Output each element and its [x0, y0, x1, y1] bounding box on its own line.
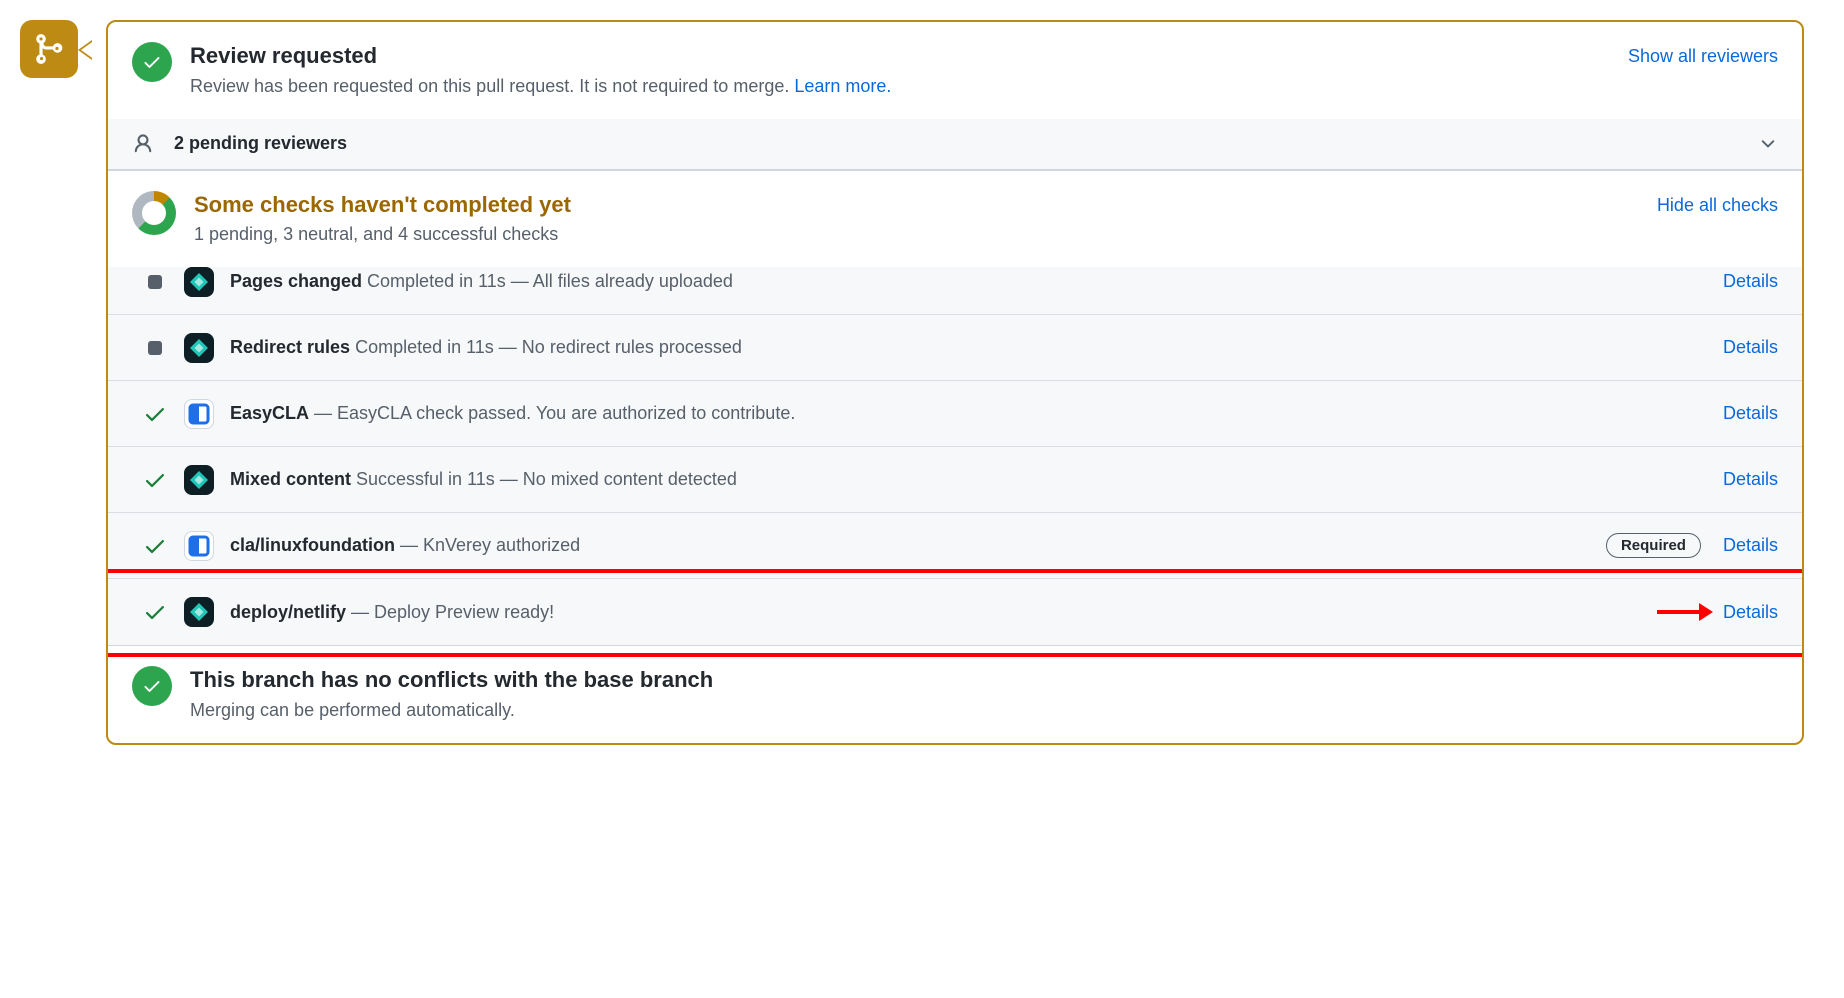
check-desc: — Deploy Preview ready!: [346, 602, 554, 622]
review-section: Review requested Review has been request…: [108, 22, 1802, 171]
check-name: deploy/netlify: [230, 602, 346, 622]
details-link[interactable]: Details: [1723, 535, 1778, 556]
merge-title: This branch has no conflicts with the ba…: [190, 666, 1778, 694]
success-check-icon: [142, 600, 168, 624]
check-text: Mixed content Successful in 11s — No mix…: [230, 469, 1707, 490]
check-desc: Successful in 11s — No mixed content det…: [351, 469, 737, 489]
checks-donut-icon: [132, 191, 176, 235]
check-text: Pages changed Completed in 11s — All fil…: [230, 271, 1707, 292]
check-text: EasyCLA — EasyCLA check passed. You are …: [230, 403, 1707, 424]
neutral-status-icon: [148, 275, 162, 289]
chevron-down-icon: [1758, 134, 1778, 154]
checks-section: Some checks haven't completed yet 1 pend…: [108, 171, 1802, 647]
neutral-status-icon: [148, 341, 162, 355]
check-name: Mixed content: [230, 469, 351, 489]
person-icon: [132, 133, 154, 155]
details-link[interactable]: Details: [1723, 403, 1778, 424]
review-title: Review requested: [190, 42, 1610, 70]
check-desc: Completed in 11s — No redirect rules pro…: [350, 337, 742, 357]
check-icon: [142, 676, 162, 696]
merge-conflict-section: This branch has no conflicts with the ba…: [108, 646, 1802, 743]
pending-reviewers-toggle[interactable]: 2 pending reviewers: [108, 119, 1802, 170]
review-subtitle: Review has been requested on this pull r…: [190, 76, 1610, 97]
details-link[interactable]: Details: [1723, 337, 1778, 358]
check-row: cla/linuxfoundation — KnVerey authorized…: [108, 513, 1802, 579]
merge-status-circle: [132, 666, 172, 706]
easycla-avatar-icon: [184, 531, 214, 561]
show-all-reviewers-link[interactable]: Show all reviewers: [1628, 42, 1778, 67]
details-link[interactable]: Details: [1723, 271, 1778, 292]
review-status-circle: [132, 42, 172, 82]
success-check-icon: [142, 534, 168, 558]
check-row: Redirect rules Completed in 11s — No red…: [108, 315, 1802, 381]
hide-all-checks-link[interactable]: Hide all checks: [1657, 191, 1778, 216]
check-row: Mixed content Successful in 11s — No mix…: [108, 447, 1802, 513]
check-row: EasyCLA — EasyCLA check passed. You are …: [108, 381, 1802, 447]
check-row: deploy/netlify — Deploy Preview ready! De…: [108, 579, 1802, 645]
check-name: Redirect rules: [230, 337, 350, 357]
netlify-avatar-icon: [184, 465, 214, 495]
check-text: Redirect rules Completed in 11s — No red…: [230, 337, 1707, 358]
details-link[interactable]: Details: [1723, 469, 1778, 490]
timeline-merge-badge: [20, 20, 78, 78]
check-text: cla/linuxfoundation — KnVerey authorized: [230, 535, 1590, 556]
details-link[interactable]: Details: [1723, 602, 1778, 623]
easycla-avatar-icon: [184, 399, 214, 429]
merge-subtitle: Merging can be performed automatically.: [190, 700, 1778, 721]
check-name: cla/linuxfoundation: [230, 535, 395, 555]
check-desc: — KnVerey authorized: [395, 535, 580, 555]
learn-more-link[interactable]: Learn more.: [794, 76, 891, 96]
checks-title: Some checks haven't completed yet: [194, 191, 1639, 219]
check-row: Pages changed Completed in 11s — All fil…: [108, 267, 1802, 315]
merge-status-panel: Review requested Review has been request…: [106, 20, 1804, 745]
netlify-avatar-icon: [184, 597, 214, 627]
check-name: EasyCLA: [230, 403, 309, 423]
success-check-icon: [142, 468, 168, 492]
git-merge-icon: [32, 32, 66, 66]
netlify-avatar-icon: [184, 333, 214, 363]
netlify-avatar-icon: [184, 267, 214, 297]
required-badge: Required: [1606, 533, 1701, 558]
check-desc: Completed in 11s — All files already upl…: [362, 271, 733, 291]
check-desc: — EasyCLA check passed. You are authoriz…: [309, 403, 795, 423]
checks-list[interactable]: Pages changed Completed in 11s — All fil…: [108, 267, 1802, 645]
check-name: Pages changed: [230, 271, 362, 291]
success-check-icon: [142, 402, 168, 426]
check-text: deploy/netlify — Deploy Preview ready!: [230, 602, 1707, 623]
checks-summary: 1 pending, 3 neutral, and 4 successful c…: [194, 224, 1639, 245]
check-icon: [142, 52, 162, 72]
pending-reviewers-label: 2 pending reviewers: [174, 133, 1738, 154]
